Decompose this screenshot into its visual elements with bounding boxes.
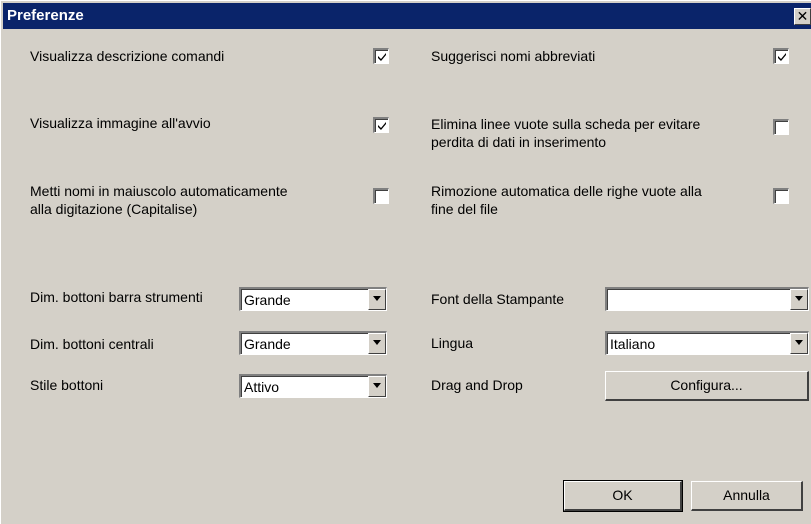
label-language: Lingua (431, 335, 474, 351)
select-center-buttons-size[interactable]: Grande (239, 331, 387, 355)
dropdown-arrow-icon[interactable] (790, 333, 808, 354)
select-printer-font[interactable] (605, 287, 809, 311)
window-title: Preferenze (7, 7, 84, 24)
option-label-remove-trailing-rows-line1: Rimozione automatica delle righe vuote a… (431, 183, 702, 199)
checkbox-suggest-short-names[interactable] (773, 48, 789, 64)
checkmark-icon (378, 122, 386, 130)
select-value: Italiano (610, 336, 656, 352)
select-value: Grande (244, 336, 291, 352)
checkbox-show-tooltips[interactable] (373, 48, 389, 64)
label-button-style: Stile bottoni (30, 377, 104, 393)
checkbox-show-splash[interactable] (373, 117, 389, 133)
ok-button[interactable]: OK (563, 480, 683, 512)
dropdown-arrow-icon[interactable] (368, 289, 386, 310)
configure-drag-drop-button[interactable]: Configura... (605, 371, 809, 401)
checkbox-remove-empty-lines[interactable] (773, 119, 789, 135)
title-bar[interactable]: Preferenze ✕ (3, 3, 811, 29)
checkmark-icon (378, 53, 386, 61)
label-toolbar-buttons-size: Dim. bottoni barra strumenti (30, 289, 203, 305)
dropdown-arrow-icon[interactable] (368, 333, 386, 354)
checkbox-remove-trailing-rows[interactable] (773, 188, 789, 204)
checkbox-capitalise[interactable] (373, 188, 389, 204)
label-drag-and-drop: Drag and Drop (431, 377, 523, 393)
option-label-remove-empty-lines-line2: perdita di dati in inserimento (431, 134, 607, 150)
dropdown-arrow-icon[interactable] (368, 376, 386, 397)
option-label-show-tooltips: Visualizza descrizione comandi (30, 48, 225, 64)
option-label-capitalise-line2: alla digitazione (Capitalise) (30, 201, 198, 217)
select-value: Grande (244, 292, 291, 308)
option-label-remove-empty-lines-line1: Elimina linee vuote sulla scheda per evi… (431, 116, 701, 132)
option-label-capitalise-line1: Metti nomi in maiuscolo automaticamente (30, 183, 288, 199)
preferences-dialog: Preferenze ✕ Visualizza descrizione coma… (0, 0, 811, 524)
select-button-style[interactable]: Attivo (239, 374, 387, 398)
label-printer-font: Font della Stampante (431, 291, 565, 307)
label-center-buttons-size: Dim. bottoni centrali (30, 336, 154, 352)
checkmark-icon (778, 53, 786, 61)
option-label-remove-trailing-rows-line2: fine del file (431, 201, 498, 217)
option-label-suggest-short-names: Suggerisci nomi abbreviati (431, 48, 596, 64)
option-label-show-splash: Visualizza immagine all'avvio (30, 115, 211, 131)
dropdown-arrow-icon[interactable] (790, 289, 808, 310)
select-language[interactable]: Italiano (605, 331, 809, 355)
select-value: Attivo (244, 379, 280, 395)
cancel-button[interactable]: Annulla (691, 481, 803, 511)
close-button[interactable]: ✕ (794, 8, 811, 25)
select-toolbar-buttons-size[interactable]: Grande (239, 287, 387, 311)
